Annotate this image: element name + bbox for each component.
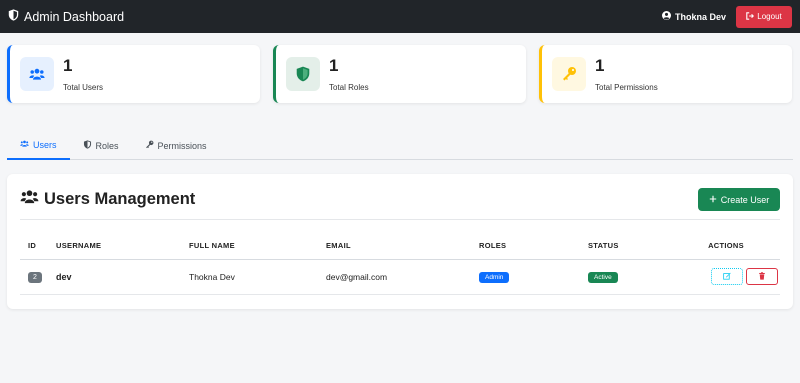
table-header-row: ID USERNAME FULL NAME EMAIL ROLES STATUS… xyxy=(20,233,780,260)
sign-out-icon xyxy=(746,11,755,22)
tab-roles[interactable]: Roles xyxy=(70,131,132,160)
table-row: 2 dev Thokna Dev dev@gmail.com Admin Act… xyxy=(20,259,780,295)
tab-users[interactable]: Users xyxy=(7,131,70,160)
shield-icon xyxy=(8,9,19,24)
edit-button[interactable] xyxy=(711,268,743,285)
users-icon xyxy=(20,189,39,209)
card-header: Users Management Create User xyxy=(20,186,780,220)
brand-title: Admin Dashboard xyxy=(24,9,125,24)
stat-card-permissions: 1 Total Permissions xyxy=(539,45,792,103)
stat-card-roles: 1 Total Roles xyxy=(273,45,526,103)
top-navbar: Admin Dashboard Thokna Dev Logout xyxy=(0,0,800,33)
shield-icon xyxy=(286,57,320,91)
email-cell: dev@gmail.com xyxy=(326,259,479,295)
stat-card-users: 1 Total Users xyxy=(7,45,260,103)
full-name-cell: Thokna Dev xyxy=(189,259,326,295)
row-actions xyxy=(672,268,780,285)
total-users-label: Total Users xyxy=(63,82,104,92)
column-header-username: USERNAME xyxy=(56,233,189,260)
role-badge: Admin xyxy=(479,271,510,283)
key-icon xyxy=(552,57,586,91)
plus-icon xyxy=(709,195,717,205)
edit-icon xyxy=(723,272,731,282)
users-icon xyxy=(20,57,54,91)
users-table: ID USERNAME FULL NAME EMAIL ROLES STATUS… xyxy=(20,233,780,295)
shield-icon xyxy=(83,140,92,151)
column-header-email: EMAIL xyxy=(326,233,479,260)
tab-bar: Users Roles Permissions xyxy=(7,131,793,160)
users-icon xyxy=(20,139,29,150)
total-permissions-value: 1 xyxy=(595,55,605,75)
create-user-button[interactable]: Create User xyxy=(698,188,780,211)
total-permissions-label: Total Permissions xyxy=(595,82,658,92)
card-title-text: Users Management xyxy=(44,189,196,208)
status-badge: Active xyxy=(588,271,618,283)
column-header-actions: ACTIONS xyxy=(672,233,780,260)
user-name: Thokna Dev xyxy=(674,11,726,22)
user-menu[interactable]: Thokna Dev xyxy=(661,11,726,22)
tab-permissions-label: Permissions xyxy=(157,140,207,151)
create-user-label: Create User xyxy=(720,194,770,205)
username-cell: dev xyxy=(56,271,72,282)
total-roles-value: 1 xyxy=(329,55,339,75)
tab-permissions[interactable]: Permissions xyxy=(132,131,220,160)
column-header-id: ID xyxy=(20,233,56,260)
trash-icon xyxy=(758,271,766,282)
column-header-status: STATUS xyxy=(588,233,672,260)
column-header-full-name: FULL NAME xyxy=(189,233,326,260)
total-roles-label: Total Roles xyxy=(329,82,369,92)
delete-button[interactable] xyxy=(746,268,778,285)
users-management-card: Users Management Create User ID USERNAME… xyxy=(7,174,793,309)
card-title: Users Management xyxy=(20,189,195,209)
logout-label: Logout xyxy=(757,12,782,21)
id-badge: 2 xyxy=(28,271,42,283)
column-header-roles: ROLES xyxy=(479,233,588,260)
tab-roles-label: Roles xyxy=(95,140,119,151)
key-icon xyxy=(145,140,154,151)
total-users-value: 1 xyxy=(63,55,73,75)
tab-users-label: Users xyxy=(33,139,57,150)
user-circle-icon xyxy=(661,11,671,22)
logout-button[interactable]: Logout xyxy=(736,5,792,28)
brand[interactable]: Admin Dashboard xyxy=(8,9,124,24)
